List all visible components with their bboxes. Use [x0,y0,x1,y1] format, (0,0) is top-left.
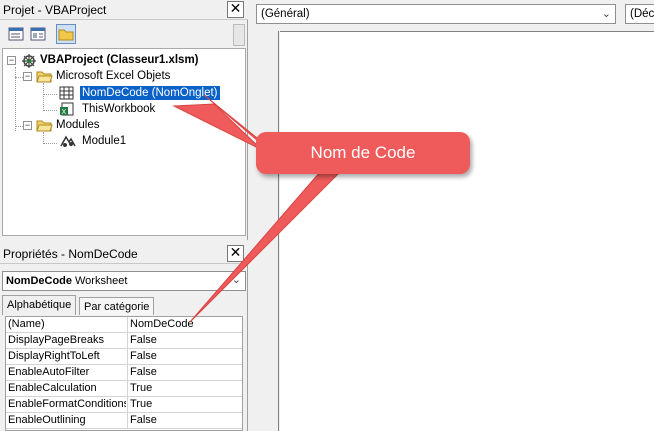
column-divider [127,333,128,349]
toggle-folders-button[interactable] [56,24,76,44]
collapse-icon[interactable]: − [23,72,32,81]
object-type: Worksheet [75,275,128,287]
property-name: EnableFormatConditionsCalculation [8,398,126,410]
object-selector[interactable]: NomDeCode Worksheet ⌄ [2,271,246,291]
code-margin-bar [255,31,279,431]
tree-connector [43,83,44,111]
property-value[interactable]: False [130,366,157,378]
tree-item-module1[interactable]: Module1 [59,134,239,150]
view-code-button[interactable] [6,24,26,44]
property-name: DisplayRightToLeft [8,350,100,362]
project-tree: − VBAProject (Classeur1.xlsm) − Microsof… [2,48,246,236]
tree-item-workbook[interactable]: X ThisWorkbook [59,102,239,118]
table-row[interactable]: EnableAutoFilter False [6,365,242,381]
collapse-icon[interactable]: − [7,56,16,65]
table-row[interactable]: (Name) NomDeCode [6,317,242,333]
procedure-dropdown-value: (Déclarations) [630,8,654,20]
view-code-icon [8,27,24,41]
object-name: NomDeCode [6,275,73,287]
tree-connector [43,110,57,111]
column-divider [127,365,128,381]
workbook-label: ThisWorkbook [82,103,156,115]
view-object-button[interactable] [28,24,48,44]
property-value[interactable]: NomDeCode [130,318,194,330]
workbook-icon: X [60,102,74,116]
collapse-icon[interactable]: − [23,121,32,130]
properties-tabs: Alphabétique Par catégorie [2,295,246,315]
chevron-down-icon: ⌄ [601,8,611,20]
properties-pane: Propriétés - NomDeCode ✕ NomDeCode Works… [0,244,248,431]
svg-text:X: X [62,108,67,116]
property-name: DisplayPageBreaks [8,334,104,346]
vba-project-icon [22,54,36,68]
module-icon [60,135,76,147]
view-object-icon [30,27,46,41]
modules-label: Modules [56,119,100,131]
table-row[interactable]: DisplayRightToLeft False [6,349,242,365]
property-name: EnableOutlining [8,414,86,426]
properties-pane-title: Propriétés - NomDeCode [3,247,138,261]
property-value[interactable]: False [130,414,157,426]
property-value[interactable]: True [130,398,152,410]
tree-connector [43,94,57,95]
column-divider [127,317,128,333]
table-row[interactable]: DisplayPageBreaks False [6,333,242,349]
excel-objects-label: Microsoft Excel Objets [56,70,171,82]
close-icon[interactable]: ✕ [227,245,244,262]
table-row[interactable]: EnableCalculation True [6,381,242,397]
property-value[interactable]: False [130,334,157,346]
property-name: (Name) [8,318,45,330]
toolbar-scroll-handle[interactable] [233,24,245,46]
property-name: EnableCalculation [8,382,97,394]
open-folder-icon [36,120,53,132]
tab-alphabetique[interactable]: Alphabétique [2,295,77,315]
properties-grid: (Name) NomDeCode DisplayPageBreaks False… [5,316,243,431]
column-divider [127,349,128,365]
worksheet-icon [59,86,74,100]
object-dropdown-value: (Général) [261,8,310,20]
tree-item-sheet[interactable]: NomDeCode (NomOnglet) [59,86,239,102]
property-value[interactable]: False [130,350,157,362]
procedure-dropdown[interactable]: (Déclarations) [625,4,654,24]
column-divider [127,397,128,413]
close-icon[interactable]: ✕ [227,1,244,18]
tree-item-project[interactable]: − VBAProject (Classeur1.xlsm) [7,53,243,69]
table-row[interactable]: EnableFormatConditionsCalculation True [6,397,242,413]
chevron-down-icon: ⌄ [231,274,241,286]
tree-item-excel-objects[interactable]: − Microsoft Excel Objets [23,69,243,85]
properties-pane-title-bar: Propriétés - NomDeCode ✕ [0,244,248,264]
project-toolbar [0,22,248,48]
object-dropdown[interactable]: (Général) ⌄ [256,4,616,24]
code-editor[interactable] [280,31,654,431]
project-label: VBAProject (Classeur1.xlsm) [40,54,199,66]
property-name: EnableAutoFilter [8,366,90,378]
callout-box: Nom de Code [256,132,470,174]
property-value[interactable]: True [130,382,152,394]
open-folder-icon [36,71,53,83]
tree-item-modules[interactable]: − Modules [23,118,243,134]
table-row[interactable]: EnableOutlining False [6,413,242,429]
column-divider [127,413,128,429]
folder-icon [58,29,74,41]
column-divider [127,381,128,397]
module1-label: Module1 [82,135,127,147]
sheet-label: NomDeCode (NomOnglet) [80,86,220,100]
project-explorer-pane: Projet - VBAProject ✕ − VBAProject (Clas… [0,0,248,240]
callout-text: Nom de Code [310,143,416,162]
project-pane-title-bar: Projet - VBAProject ✕ [0,0,248,20]
tab-par-categorie[interactable]: Par catégorie [79,297,155,315]
project-pane-title: Projet - VBAProject [3,3,107,17]
tree-connector [43,143,57,144]
code-window: (Général) ⌄ (Déclarations) [250,0,654,431]
